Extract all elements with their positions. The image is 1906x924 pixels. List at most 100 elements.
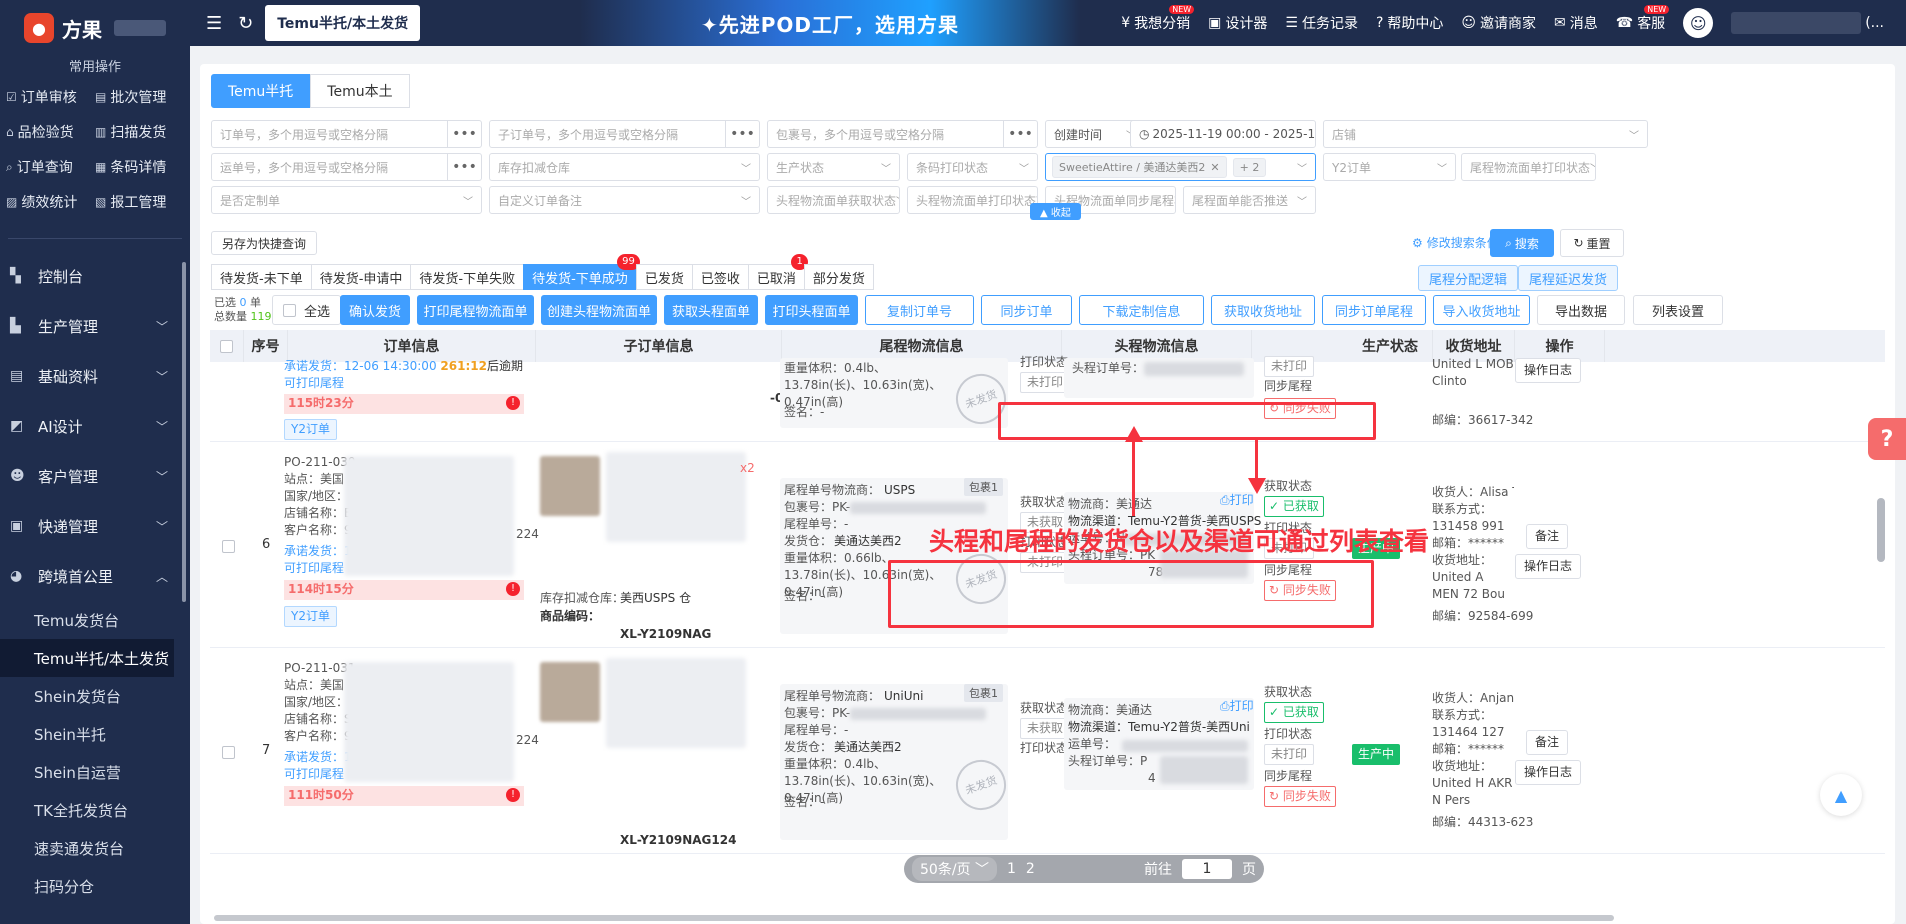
action-button[interactable]: 复制订单号: [865, 295, 974, 325]
topbar-link[interactable]: ¥ 我想分销 NEW: [1121, 5, 1195, 33]
production-status-select[interactable]: 生产状态 ﹀: [767, 153, 900, 181]
status-tab[interactable]: 已取消 1: [747, 254, 808, 290]
status-tab[interactable]: 待发货-申请中: [310, 264, 412, 290]
quick-op-4[interactable]: ⌕ 订单查询: [6, 157, 95, 177]
print-link[interactable]: ⎙打印: [1220, 492, 1254, 509]
topbar-link[interactable]: ? 帮助中心: [1376, 13, 1443, 33]
page-2[interactable]: 2: [1026, 861, 1035, 877]
sidebar-menu-item[interactable]: ◕ 跨境首公里 ︿: [0, 551, 190, 601]
tail-push-select[interactable]: 尾程面单能否推送 ﹀: [1183, 186, 1316, 214]
action-button[interactable]: 打印尾程物流面单: [417, 295, 534, 325]
sidebar-menu-item[interactable]: ▣ 快递管理 ﹀: [0, 501, 190, 551]
sidebar-scrollbar[interactable]: [182, 262, 186, 602]
row-checkbox[interactable]: [222, 746, 235, 759]
quick-op-6[interactable]: ▨ 绩效统计: [6, 192, 95, 212]
tab-temu-local[interactable]: Temu本土: [310, 74, 410, 108]
action-button[interactable]: 同步订单: [981, 295, 1072, 325]
sidebar-subitem[interactable]: Temu发货台: [0, 601, 190, 639]
waybill-no-input[interactable]: 运单号，多个用逗号或空格分隔 •••: [211, 153, 482, 181]
sidebar-subitem[interactable]: Temu半托/本土发货: [0, 639, 174, 677]
help-float-button[interactable]: ?: [1868, 418, 1906, 460]
sidebar-subitem[interactable]: 速卖通发货台: [0, 829, 190, 867]
remark-button[interactable]: 备注: [1526, 730, 1569, 755]
topbar-link[interactable]: ☰ 任务记录: [1285, 13, 1358, 33]
sidebar-menu-item[interactable]: ☻ 客户管理 ﹀: [0, 451, 190, 501]
barcode-print-select[interactable]: 条码打印状态 ﹀: [907, 153, 1038, 181]
quick-op-5[interactable]: ▦ 条码详情: [95, 157, 184, 177]
current-page-tab[interactable]: Temu半托/本土发货: [265, 5, 421, 41]
logistics-channel-select[interactable]: SweetieAttire / 美通达美西2 ✕ + 2 ﹀: [1045, 153, 1316, 181]
brand-logo[interactable]: ● 方果: [0, 0, 190, 56]
modify-search-button[interactable]: ⚙ 修改搜索条件: [1412, 234, 1499, 251]
close-icon[interactable]: ✕: [1210, 161, 1219, 174]
status-tab[interactable]: 已发货: [635, 264, 693, 290]
topbar-link[interactable]: ☎ 客服 NEW: [1616, 5, 1670, 33]
vertical-scrollbar[interactable]: [1877, 498, 1885, 562]
date-range-picker[interactable]: ◷2025-11-19 00:00 - 2025-11-25 23:59: [1130, 120, 1316, 148]
quick-op-7[interactable]: ▧ 报工管理: [95, 192, 184, 212]
print-link[interactable]: ⎙打印: [1220, 698, 1254, 715]
action-button[interactable]: 获取头程面单: [664, 295, 758, 325]
y2-order-select[interactable]: Y2订单 ﹀: [1323, 153, 1456, 181]
sidebar-menu-item[interactable]: ◩ AI设计 ﹀: [0, 401, 190, 451]
sync-fail-tag[interactable]: ↻ 同步失败: [1264, 786, 1336, 807]
sidebar-subitem[interactable]: 扫码分仓: [0, 867, 190, 905]
sidebar-subitem[interactable]: Shein自运营: [0, 753, 190, 791]
order-no-input[interactable]: 订单号，多个用逗号或空格分隔 •••: [211, 120, 482, 148]
op-log-button[interactable]: 操作日志: [1515, 358, 1582, 383]
page-1[interactable]: 1: [1007, 861, 1016, 877]
select-all-checkbox[interactable]: 全选: [272, 295, 342, 325]
sidebar-menu-item[interactable]: ▤ 基础资料 ﹀: [0, 351, 190, 401]
promo-banner[interactable]: ✦先进POD工厂，选用方果: [580, 0, 1080, 46]
action-button[interactable]: 创建头程物流面单: [541, 295, 657, 325]
avatar-icon[interactable]: ☺: [1683, 8, 1714, 38]
save-quick-query-button[interactable]: 另存为快捷查询: [211, 231, 318, 255]
back-to-top-button[interactable]: ▲: [1820, 774, 1862, 816]
action-button[interactable]: 下载定制信息: [1079, 295, 1204, 325]
quick-op-2[interactable]: ⌂ 品检验货: [6, 122, 95, 142]
op-log-button[interactable]: 操作日志: [1515, 760, 1582, 785]
horizontal-scrollbar[interactable]: [214, 915, 1614, 921]
header-checkbox[interactable]: [210, 330, 244, 362]
quick-op-1[interactable]: ▤ 批次管理: [95, 87, 184, 107]
status-tab[interactable]: 已签收: [691, 264, 749, 290]
page-size-select[interactable]: 50条/页 ﹀: [912, 857, 997, 881]
custom-note-select[interactable]: 自定义订单备注 ﹀: [489, 186, 760, 214]
product-thumbnail[interactable]: [540, 456, 600, 516]
op-log-button[interactable]: 操作日志: [1515, 554, 1582, 579]
sidebar-subitem[interactable]: Shein半托: [0, 715, 190, 753]
sub-order-no-input[interactable]: 子订单号，多个用逗号或空格分隔 •••: [489, 120, 760, 148]
stock-warehouse-select[interactable]: 库存扣减仓库 ﹀: [489, 153, 760, 181]
action-button[interactable]: 打印头程面单: [765, 295, 858, 325]
tab-temu-semi[interactable]: Temu半托: [211, 74, 311, 108]
tail-print-select[interactable]: 尾程物流面单打印状态﹀: [1461, 153, 1596, 181]
topbar-link[interactable]: ✉ 消息: [1554, 13, 1598, 33]
row-checkbox[interactable]: [222, 540, 235, 553]
sidebar-menu-item[interactable]: ▙ 生产管理 ﹀: [0, 301, 190, 351]
shop-select[interactable]: 店铺 ﹀: [1323, 120, 1648, 148]
action-button[interactable]: 确认发货: [340, 295, 410, 325]
more-icon[interactable]: •••: [725, 121, 759, 147]
custom-flag-select[interactable]: 是否定制单 ﹀: [211, 186, 482, 214]
status-tab[interactable]: 待发货-未下单: [211, 264, 312, 290]
action-button[interactable]: 列表设置: [1633, 295, 1723, 325]
collapse-filters-button[interactable]: ▲ 收起: [1030, 203, 1081, 220]
action-button[interactable]: 同步订单尾程: [1322, 295, 1426, 325]
refresh-icon[interactable]: ↻: [238, 13, 253, 34]
action-button[interactable]: 获取收货地址: [1211, 295, 1315, 325]
remark-button[interactable]: 备注: [1526, 524, 1569, 549]
more-icon[interactable]: •••: [1003, 121, 1037, 147]
quick-op-3[interactable]: ▥ 扫描发货: [95, 122, 184, 142]
topbar-link[interactable]: ▣ 设计器: [1208, 13, 1267, 33]
more-icon[interactable]: •••: [447, 121, 481, 147]
reset-button[interactable]: ↻ 重置: [1560, 229, 1624, 257]
search-button[interactable]: ⌕ 搜索: [1490, 229, 1554, 257]
user-name-blurred[interactable]: [1731, 12, 1862, 34]
sidebar-subitem[interactable]: Shein发货台: [0, 677, 190, 715]
head-print-select[interactable]: 头程物流面单打印状态﹀: [907, 186, 1038, 214]
tail-allocation-button[interactable]: 尾程分配逻辑: [1418, 265, 1519, 291]
sidebar-menu-item[interactable]: ▚ 控制台: [0, 251, 190, 301]
goto-page-input[interactable]: 1: [1182, 859, 1232, 879]
sidebar-subitem[interactable]: TK全托发货台: [0, 791, 190, 829]
action-button[interactable]: 导入收货地址: [1433, 295, 1530, 325]
